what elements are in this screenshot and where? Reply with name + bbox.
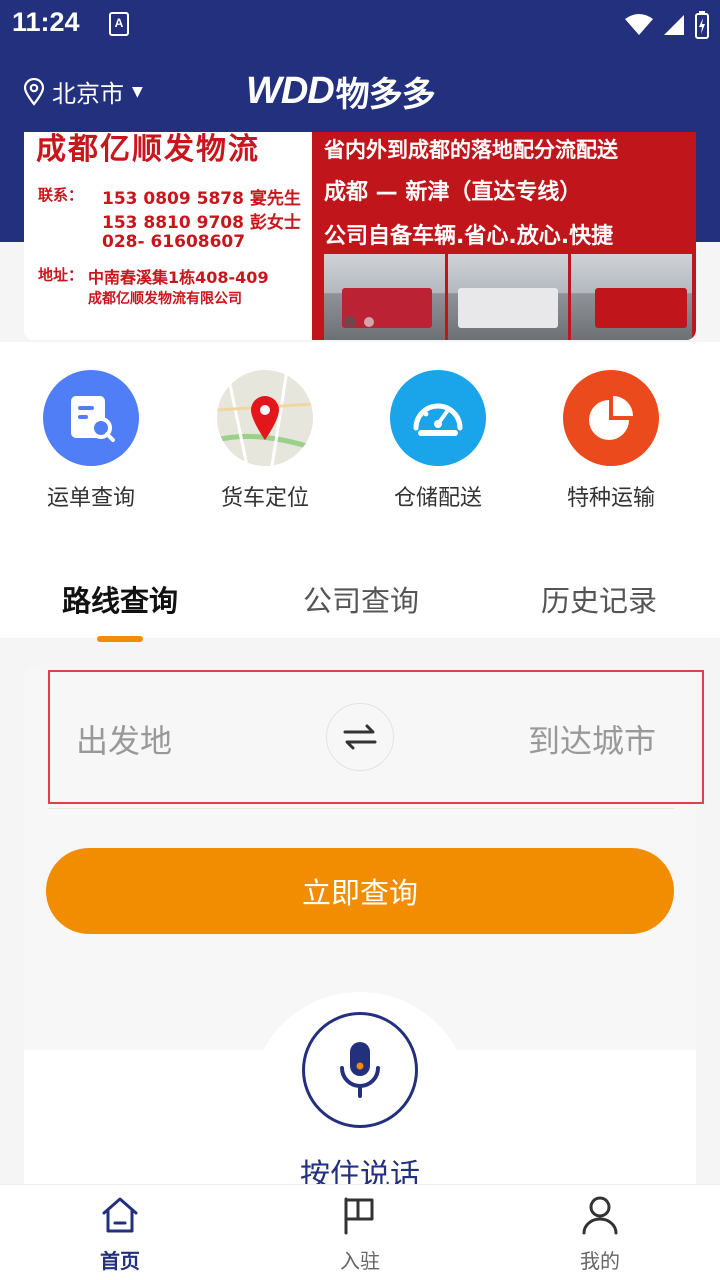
voice-button[interactable] <box>302 1012 418 1128</box>
banner-contact-1: 153 0809 5878 宴先生 <box>102 189 301 209</box>
quick-action-label: 仓储配送 <box>393 486 482 511</box>
origin-field[interactable]: 出发地 <box>76 716 172 762</box>
banner-contact-3: 028- 61608607 <box>102 232 246 252</box>
divider <box>48 808 674 809</box>
nav-label: 首页 <box>100 1249 140 1273</box>
query-button[interactable]: 立即查询 <box>46 848 674 934</box>
banner-line-1: 省内外到成都的落地配分流配送 <box>324 138 618 162</box>
app-logo: WDD 物多多 <box>246 68 436 115</box>
microphone-icon <box>340 1042 380 1098</box>
nav-home[interactable]: 首页 <box>60 1195 180 1274</box>
truck-photo <box>571 254 693 340</box>
banner-right-panel: 省内外到成都的落地配分流配送 成都 — 新津（直达专线） 公司自备车辆.省心.放… <box>312 132 696 340</box>
battery-icon <box>695 11 709 39</box>
status-time: 11:24 <box>12 7 80 37</box>
nav-mine[interactable]: 我的 <box>540 1195 660 1274</box>
promo-banner[interactable]: 成都亿顺发物流 联系： 153 0809 5878 宴先生 153 8810 9… <box>24 132 696 340</box>
logo-text: 物多多 <box>335 74 436 115</box>
speedometer-icon <box>390 370 486 466</box>
quick-action-waybill[interactable]: 运单查询 <box>16 370 166 512</box>
banner-contact-label: 联系： <box>38 186 84 204</box>
logo-mark: WDD <box>246 69 335 112</box>
carousel-indicator <box>344 316 374 328</box>
destination-field[interactable]: 到达城市 <box>528 716 656 762</box>
truck-photo <box>324 254 445 340</box>
tab-history[interactable]: 历史记录 <box>541 578 657 620</box>
user-icon <box>582 1196 618 1235</box>
banner-address-2: 成都亿顺发物流有限公司 <box>88 291 242 307</box>
swap-icon <box>343 724 377 750</box>
flag-icon <box>344 1197 374 1235</box>
signal-icon <box>664 15 684 35</box>
banner-address-1: 中南春溪集1栋408-409 <box>88 268 269 287</box>
tab-route-query[interactable]: 路线查询 <box>62 578 178 620</box>
pie-chart-icon <box>563 370 659 466</box>
banner-line-2: 成都 — 新津（直达专线） <box>324 180 582 205</box>
map-pin-icon <box>217 370 313 466</box>
banner-left-panel: 成都亿顺发物流 联系： 153 0809 5878 宴先生 153 8810 9… <box>24 132 312 340</box>
quick-action-label: 特种运输 <box>566 486 655 511</box>
quick-action-label: 运单查询 <box>46 486 135 511</box>
status-bar: 11:24 A <box>0 0 720 50</box>
tab-company-query[interactable]: 公司查询 <box>303 578 419 620</box>
bottom-nav: 首页 入驻 我的 <box>0 1184 720 1280</box>
nav-label: 入驻 <box>340 1249 380 1273</box>
document-search-icon <box>43 370 139 466</box>
quick-action-truck-locate[interactable]: 货车定位 <box>190 370 340 512</box>
city-name: 北京市 <box>52 80 124 108</box>
truck-photo <box>447 254 569 340</box>
route-search-card: 出发地 到达城市 立即查询 按住说话 <box>24 668 704 1193</box>
wifi-icon <box>625 14 653 35</box>
banner-contact-2: 153 8810 9708 彭女士 <box>102 213 301 233</box>
banner-photos <box>324 254 693 340</box>
home-icon <box>102 1197 138 1233</box>
caret-down-icon: ▼ <box>132 83 143 100</box>
location-icon <box>23 77 45 106</box>
carousel-dot-active <box>344 316 356 328</box>
banner-line-3: 公司自备车辆.省心.放心.快捷 <box>324 224 614 249</box>
quick-action-label: 货车定位 <box>220 486 309 511</box>
swap-button[interactable] <box>326 703 394 771</box>
nav-join[interactable]: 入驻 <box>300 1195 420 1274</box>
notification-icon: A <box>109 12 129 36</box>
banner-address-label: 地址： <box>38 266 84 284</box>
carousel-dot <box>364 317 374 327</box>
quick-action-warehouse[interactable]: 仓储配送 <box>363 370 513 512</box>
banner-title: 成都亿顺发物流 <box>36 132 260 167</box>
quick-action-special-transport[interactable]: 特种运输 <box>536 370 686 512</box>
city-selector[interactable]: 北京市 ▼ <box>22 74 143 109</box>
tab-indicator <box>97 636 143 642</box>
nav-label: 我的 <box>580 1249 620 1273</box>
status-icons <box>624 10 710 40</box>
search-tabs: 路线查询 公司查询 历史记录 <box>0 560 720 642</box>
